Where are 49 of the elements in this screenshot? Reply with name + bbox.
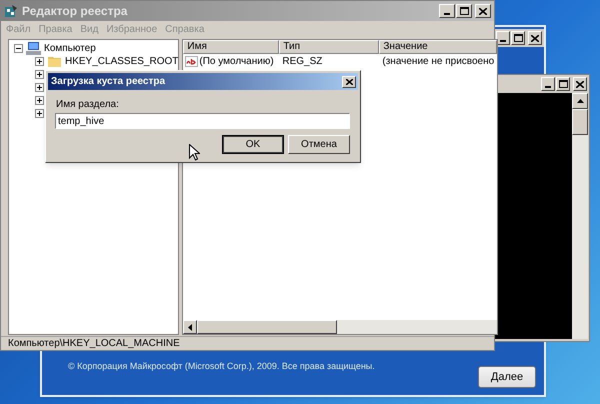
close-icon: [346, 78, 352, 84]
registry-icon: [4, 4, 18, 18]
expander-icon[interactable]: [35, 96, 44, 105]
ok-button[interactable]: OK: [222, 135, 284, 154]
maximize-button[interactable]: [556, 77, 570, 91]
folder-icon: [48, 56, 61, 67]
close-button[interactable]: [573, 77, 587, 91]
name-input-field[interactable]: temp_hive: [55, 113, 350, 129]
table-cell-text: (значение не присвоено: [381, 55, 496, 69]
minimize-button[interactable]: [439, 4, 455, 18]
column-header[interactable]: Тип: [279, 40, 380, 54]
close-button[interactable]: [528, 31, 542, 45]
minimize-button[interactable]: [541, 77, 555, 91]
next-button[interactable]: Далее: [478, 366, 536, 388]
scroll-thumb[interactable]: [572, 109, 588, 135]
up-arrow-icon: [576, 99, 584, 103]
close-button[interactable]: [475, 4, 491, 18]
expander-icon[interactable]: [35, 70, 44, 79]
scrollbar[interactable]: [572, 93, 588, 339]
column-header[interactable]: Значение: [379, 40, 498, 54]
computer-icon: [26, 42, 41, 55]
status-bar: Компьютер\HKEY_LOCAL_MACHINE: [1, 336, 494, 350]
scrollbar[interactable]: [183, 320, 498, 334]
field-label: Имя раздела:: [56, 98, 120, 112]
scroll-up-button[interactable]: [572, 93, 588, 109]
cancel-button[interactable]: Отмена: [288, 135, 350, 154]
expander-icon[interactable]: [35, 83, 44, 92]
window-title: Редактор реестра: [22, 3, 128, 20]
expander-icon[interactable]: [35, 109, 44, 118]
maximize-button[interactable]: [511, 31, 525, 45]
copyright-text: © Корпорация Майкрософт (Microsoft Corp.), 2009. Все права защищены.: [68, 360, 375, 373]
scroll-thumb[interactable]: [197, 320, 338, 334]
scroll-left-button[interactable]: [183, 320, 198, 334]
left-arrow-icon: [188, 324, 192, 330]
column-header[interactable]: Имя: [183, 40, 280, 54]
table-cell-text: (По умолчанию): [199, 55, 274, 69]
table-cell-text: REG_SZ: [281, 55, 324, 69]
tree-item[interactable]: Компьютер: [44, 41, 96, 56]
close-icon: [479, 8, 487, 14]
close-icon: [531, 34, 539, 42]
string-value-icon: [185, 56, 198, 67]
minimize-button[interactable]: [496, 31, 510, 45]
dialog-title: Загрузка куста реестра: [51, 75, 166, 89]
expander-icon[interactable]: [14, 44, 23, 53]
close-button[interactable]: [342, 76, 356, 88]
close-icon: [576, 80, 584, 88]
expander-icon[interactable]: [35, 57, 44, 66]
tree-item[interactable]: HKEY_CLASSES_ROOT: [65, 54, 178, 69]
maximize-button[interactable]: [456, 4, 472, 18]
